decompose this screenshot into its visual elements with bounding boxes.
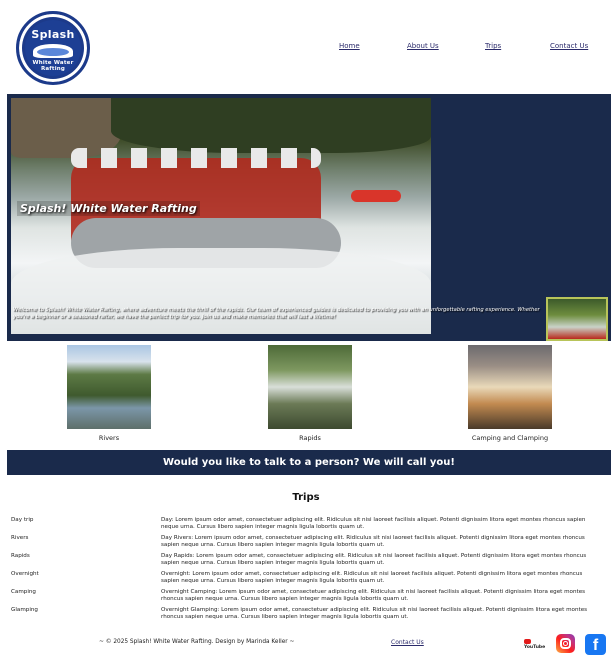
hero-banner	[7, 94, 611, 341]
logo-water-icon	[37, 48, 69, 56]
trip-name: Glamping	[11, 607, 38, 613]
youtube-label: YouTube	[524, 645, 546, 650]
trip-name: Day trip	[11, 517, 34, 523]
site-header: Splash White Water Rafting Home About Us…	[0, 0, 612, 94]
photo-helmets	[71, 148, 321, 168]
camping-image[interactable]	[468, 345, 552, 429]
trip-description: Overnight: Lorem ipsum odor amet, consec…	[161, 571, 583, 584]
category-label: Camping and Clamping	[471, 434, 549, 442]
hero-description: Welcome to Splash! White Water Rafting, …	[13, 307, 540, 320]
nav-about-us[interactable]: About Us	[407, 42, 439, 50]
trip-name: Rivers	[11, 535, 29, 541]
trip-name: Camping	[11, 589, 36, 595]
category-label: Rivers	[98, 434, 120, 442]
hero-thumbnail[interactable]	[546, 297, 608, 341]
footer-copyright: ~ © 2025 Splash! White Water Rafting. De…	[99, 639, 295, 645]
callback-banner[interactable]: Would you like to talk to a person? We w…	[7, 450, 611, 475]
youtube-icon[interactable]: YouTube	[524, 639, 546, 650]
photo-paddle	[351, 190, 401, 202]
trip-description: Day Rivers: Lorem ipsum odor amet, conse…	[161, 535, 585, 548]
logo-subtitle: White Water Rafting	[32, 60, 74, 72]
nav-trips[interactable]: Trips	[485, 42, 501, 50]
trip-name: Overnight	[11, 571, 39, 577]
category-camping[interactable]: Camping and Clamping	[468, 345, 552, 445]
splash-logo[interactable]: Splash White Water Rafting	[16, 11, 90, 85]
photo-whitewater	[11, 248, 431, 334]
trips-heading: Trips	[292, 492, 320, 503]
photo-trees	[111, 98, 431, 153]
nav-home[interactable]: Home	[339, 42, 360, 50]
category-rapids[interactable]: Rapids	[268, 345, 352, 445]
trip-description: Day: Lorem ipsum odor amet, consectetuer…	[161, 517, 586, 530]
rapids-image[interactable]	[268, 345, 352, 429]
logo-title: Splash	[31, 28, 75, 41]
category-rivers[interactable]: Rivers	[67, 345, 151, 445]
trip-name: Rapids	[11, 553, 30, 559]
instagram-lens	[563, 641, 568, 646]
logo-emblem: Splash White Water Rafting	[25, 20, 81, 76]
trip-description: Overnight Glamping: Lorem ipsum odor ame…	[161, 607, 588, 620]
trip-description: Overnight Camping: Lorem ipsum odor amet…	[161, 589, 586, 602]
category-label: Rapids	[299, 434, 321, 442]
instagram-icon[interactable]	[556, 634, 575, 653]
hero-rafting-photo	[11, 98, 431, 334]
footer-contact-link[interactable]: Contact Us	[391, 639, 424, 646]
hero-title: Splash! White Water Rafting	[17, 201, 200, 216]
youtube-play-icon	[524, 639, 531, 644]
trip-description: Day Rapids: Lorem ipsum odor amet, conse…	[161, 553, 587, 566]
facebook-icon[interactable]: f	[585, 634, 606, 655]
rivers-image[interactable]	[67, 345, 151, 429]
nav-contact-us[interactable]: Contact Us	[550, 42, 588, 50]
